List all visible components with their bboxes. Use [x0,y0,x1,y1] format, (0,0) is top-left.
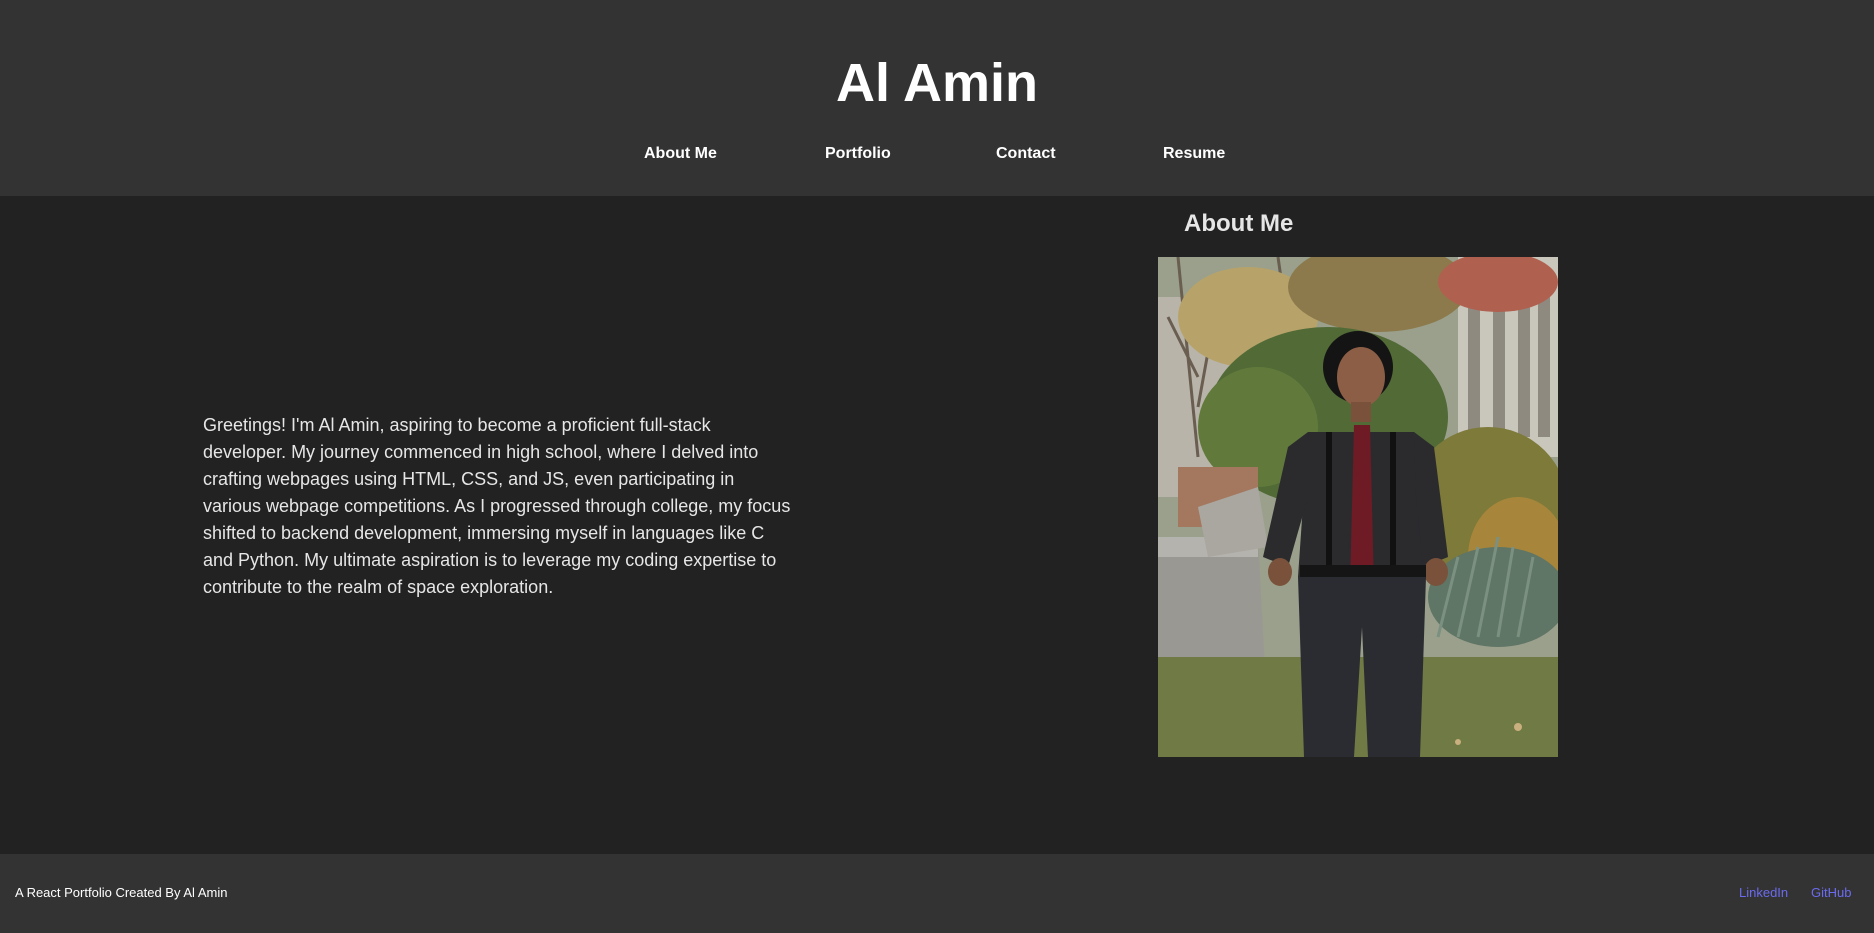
github-link[interactable]: GitHub [1811,884,1851,902]
profile-photo [1158,257,1558,757]
linkedin-link[interactable]: LinkedIn [1739,884,1788,902]
footer-credit: A React Portfolio Created By Al Amin [15,885,228,900]
about-me-heading: About Me [1184,210,1294,237]
intro-paragraph: Greetings! I'm Al Amin, aspiring to beco… [203,415,791,597]
nav-about-me[interactable]: About Me [644,142,717,166]
nav-portfolio[interactable]: Portfolio [825,142,891,166]
site-header: Al Amin About Me Portfolio Contact Resum… [0,0,1874,196]
site-footer: A React Portfolio Created By Al Amin Lin… [0,854,1874,933]
nav-resume[interactable]: Resume [1163,142,1225,166]
site-title: Al Amin [836,53,1038,113]
main-nav: About Me Portfolio Contact Resume [0,142,1874,166]
main-content: Greetings! I'm Al Amin, aspiring to beco… [0,196,1874,854]
nav-contact[interactable]: Contact [996,142,1056,166]
